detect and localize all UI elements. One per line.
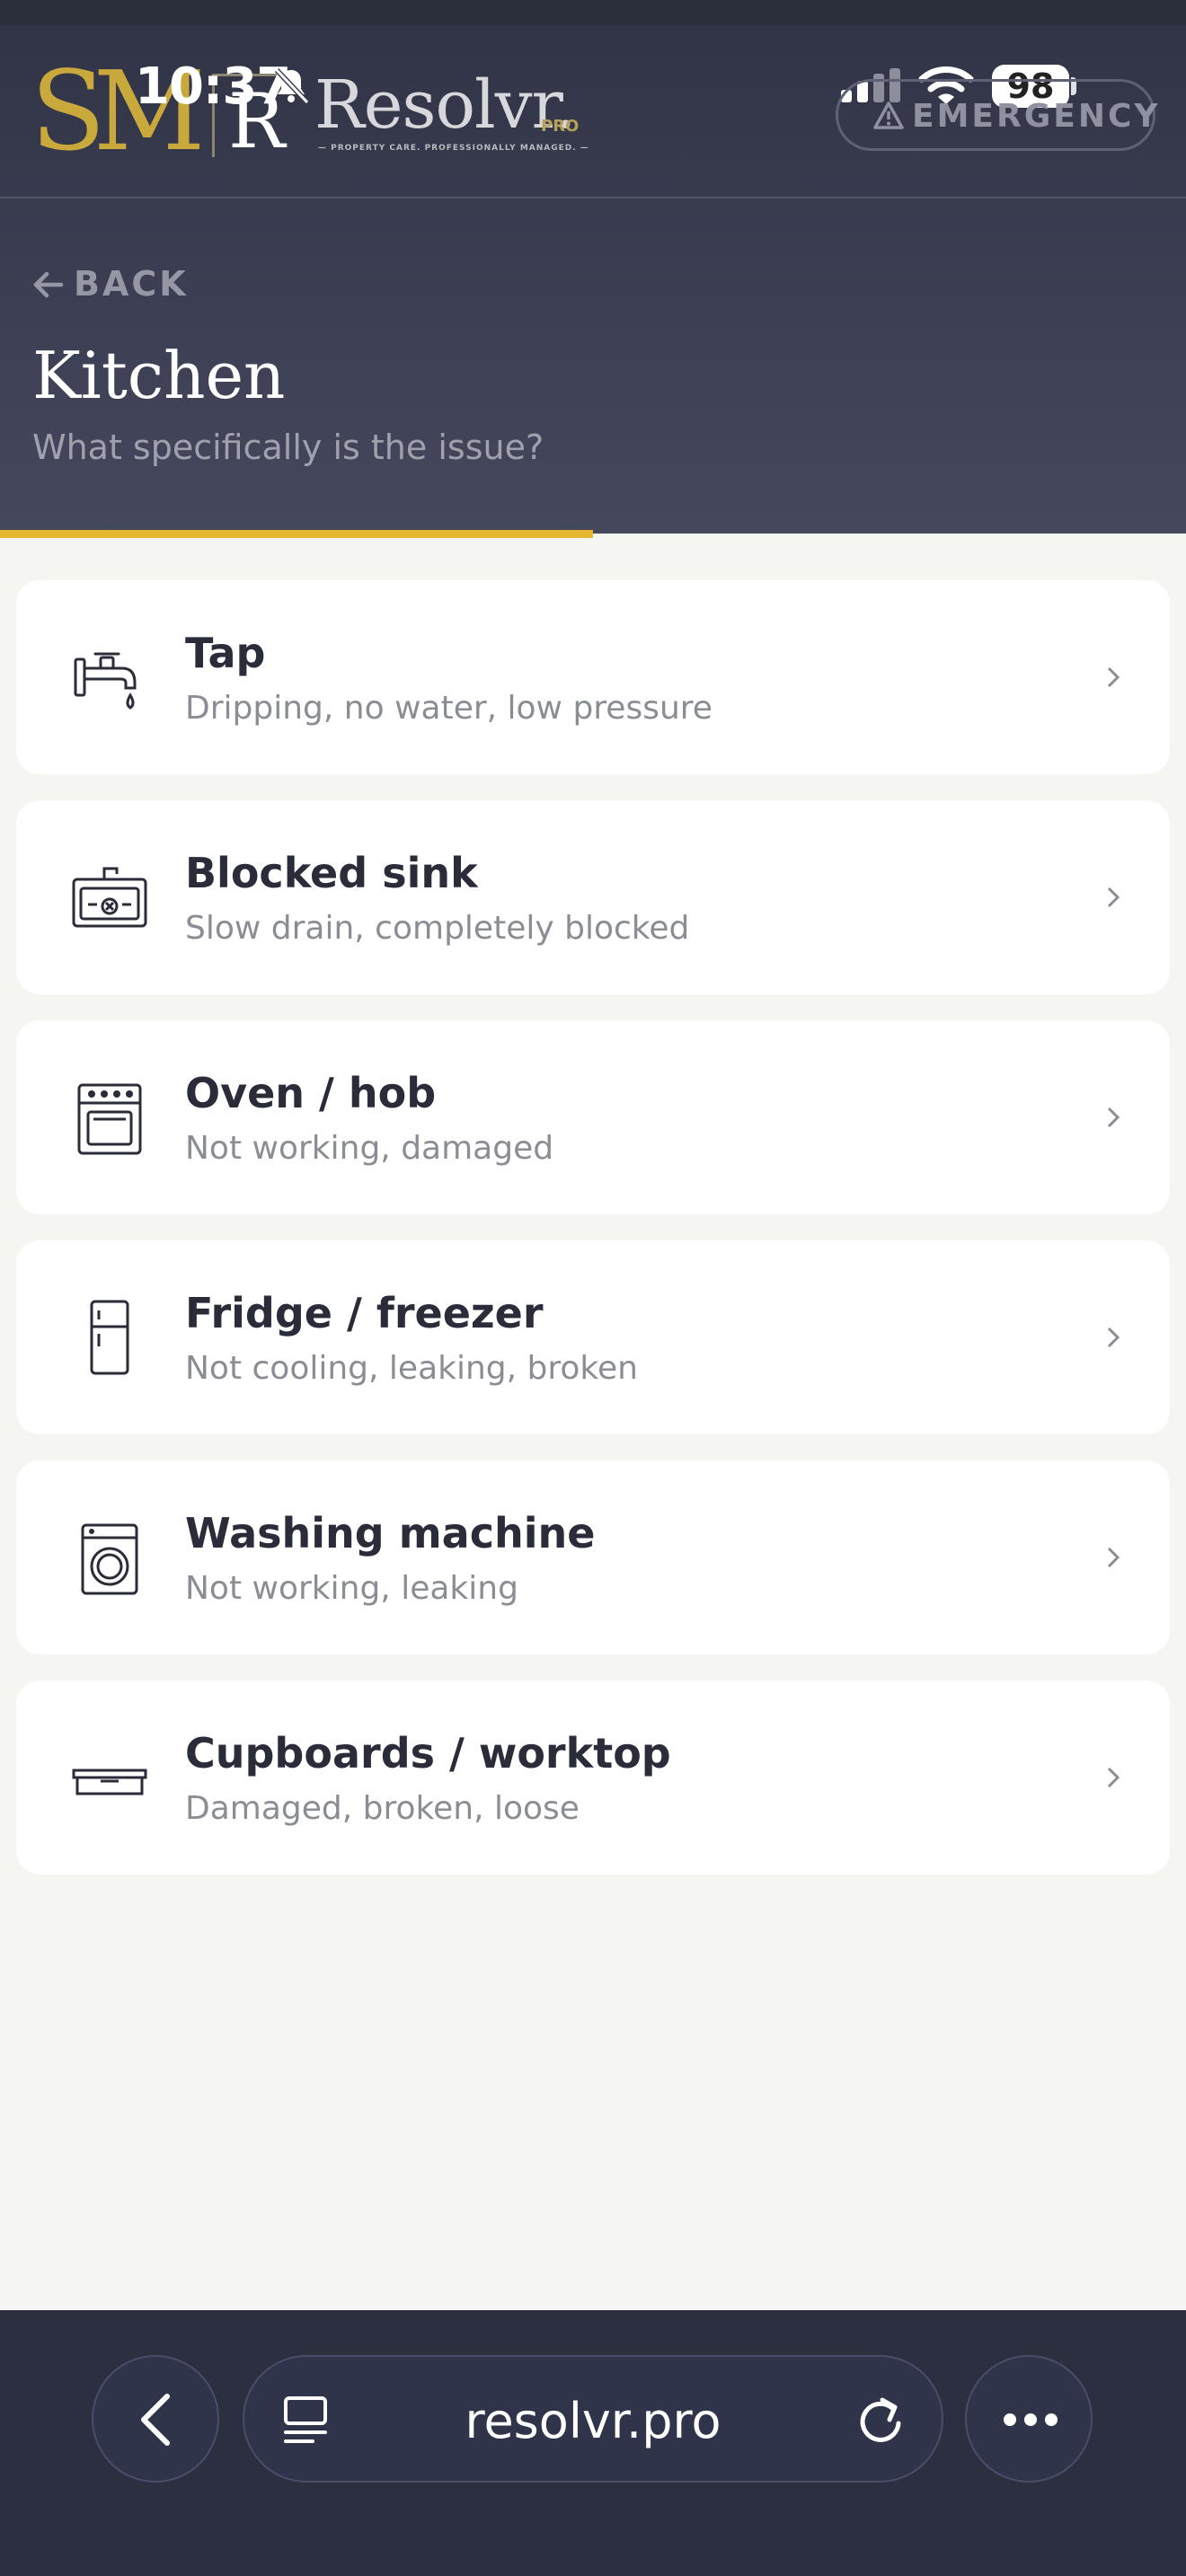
page-subtitle: What specifically is the issue? — [32, 428, 544, 467]
issue-title: Blocked sink — [185, 849, 478, 897]
issue-description: Dripping, no water, low pressure — [185, 690, 712, 727]
issue-card-cupboards-worktop[interactable]: Cupboards / worktop Damaged, broken, loo… — [16, 1681, 1170, 1875]
status-time: 10:37 — [135, 57, 291, 116]
chevron-right-icon — [1107, 666, 1120, 688]
brand-suffix: PRO — [541, 117, 580, 136]
more-options-button[interactable] — [965, 2355, 1093, 2483]
cupboard-icon — [72, 1769, 147, 1795]
oven-icon — [77, 1083, 142, 1155]
arrow-left-icon — [33, 271, 64, 298]
progress-fill — [0, 530, 593, 538]
emergency-label: EMERGENCY — [912, 98, 1161, 135]
browser-back-button[interactable] — [92, 2355, 219, 2483]
emergency-button[interactable]: EMERGENCY — [836, 79, 1158, 151]
issue-description: Slow drain, completely blocked — [185, 910, 690, 947]
chevron-left-icon — [141, 2394, 170, 2446]
url-text: resolvr.pro — [465, 2393, 721, 2449]
chevron-right-icon — [1107, 1327, 1120, 1348]
issue-title: Oven / hob — [185, 1069, 437, 1117]
issue-description: Not working, leaking — [185, 1570, 518, 1607]
warning-icon — [873, 101, 904, 129]
issue-card-tap[interactable]: Tap Dripping, no water, low pressure — [16, 580, 1170, 774]
page-title: Kitchen — [32, 338, 286, 413]
back-label: BACK — [74, 264, 189, 304]
chevron-right-icon — [1107, 1767, 1120, 1788]
chevron-right-icon — [1107, 1107, 1120, 1128]
tap-icon — [74, 652, 137, 710]
issue-title: Fridge / freezer — [185, 1289, 544, 1337]
issue-card-washing-machine[interactable]: Washing machine Not working, leaking — [16, 1460, 1170, 1654]
address-bar[interactable]: resolvr.pro — [243, 2355, 943, 2483]
brand-tagline: — PROPERTY CARE. PROFESSIONALLY MANAGED.… — [318, 144, 589, 153]
more-dots-icon — [1004, 2413, 1058, 2426]
issue-title: Washing machine — [185, 1509, 596, 1557]
issue-card-oven-hob[interactable]: Oven / hob Not working, damaged — [16, 1020, 1170, 1214]
reload-icon[interactable] — [852, 2391, 909, 2448]
header-divider — [0, 197, 1186, 198]
issue-card-fridge-freezer[interactable]: Fridge / freezer Not cooling, leaking, b… — [16, 1240, 1170, 1434]
fridge-icon — [90, 1300, 129, 1375]
issue-description: Not cooling, leaking, broken — [185, 1350, 638, 1387]
sink-icon — [72, 867, 147, 928]
chevron-right-icon — [1107, 1547, 1120, 1568]
status-bar-background — [0, 0, 1186, 25]
issue-description: Not working, damaged — [185, 1130, 554, 1167]
brand-name: Resolvr. — [314, 66, 576, 144]
issue-card-blocked-sink[interactable]: Blocked sink Slow drain, completely bloc… — [16, 800, 1170, 994]
issue-title: Cupboards / worktop — [185, 1729, 671, 1778]
bell-muted-icon — [274, 67, 310, 105]
issue-description: Damaged, broken, loose — [185, 1790, 580, 1827]
washing-machine-icon — [81, 1523, 138, 1595]
chevron-right-icon — [1107, 887, 1120, 908]
issue-title: Tap — [185, 629, 266, 677]
